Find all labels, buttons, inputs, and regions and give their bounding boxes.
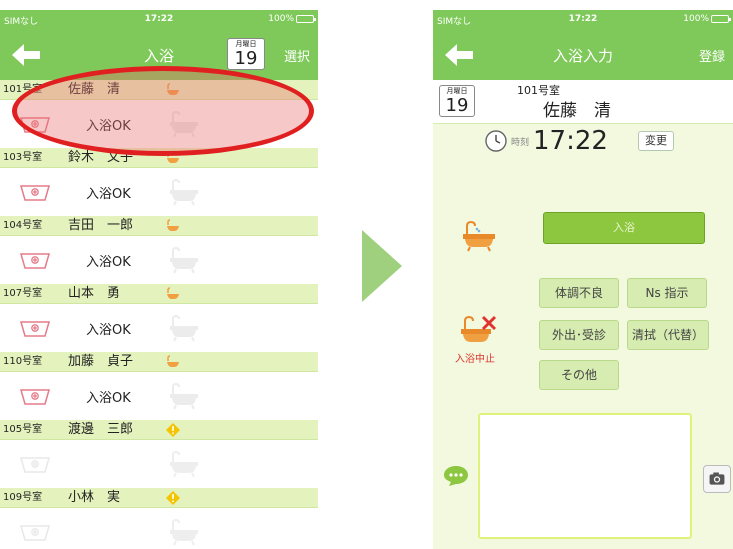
- status-bar: SIMなし 17:22 100%: [0, 10, 318, 30]
- bath-status-row[interactable]: 入浴OK: [0, 304, 318, 352]
- nurse-cap-icon[interactable]: [19, 184, 51, 202]
- patient-header: 月曜日 19 101号室 佐藤 清: [433, 80, 733, 124]
- bath-ok-label: 入浴OK: [86, 187, 131, 202]
- bathtub-icon[interactable]: [168, 450, 200, 478]
- bath-icon: [167, 219, 179, 231]
- bath-status-row[interactable]: 入浴OK: [0, 168, 318, 216]
- warning-icon: [166, 423, 180, 437]
- time-label: 時刻: [511, 138, 530, 148]
- camera-icon: [709, 472, 725, 485]
- transition-arrow-icon: [362, 230, 402, 302]
- room-row[interactable]: 104号室 吉田 一郎: [0, 216, 318, 236]
- room-row[interactable]: 105号室 渡邊 三郎: [0, 420, 318, 440]
- memo-textarea[interactable]: [478, 413, 692, 539]
- patient-name: 小林 実: [68, 490, 121, 505]
- bath-icon: [167, 287, 179, 299]
- room-row[interactable]: 109号室 小林 実: [0, 488, 318, 508]
- battery-indicator: 100%: [268, 14, 316, 24]
- bath-ok-label: 入浴OK: [86, 255, 131, 270]
- reason-other-button[interactable]: その他: [539, 360, 619, 390]
- nurse-cap-icon[interactable]: [19, 252, 51, 270]
- page-title: 入浴: [143, 47, 174, 65]
- bath-status-row[interactable]: [0, 508, 318, 549]
- bathtub-icon[interactable]: [168, 178, 200, 206]
- patient-name: 加藤 貞子: [68, 354, 134, 369]
- status-bar: SIMなし 17:22 100%: [433, 10, 733, 30]
- battery-icon: [711, 15, 731, 23]
- battery-percent: 100%: [683, 14, 709, 24]
- time-value: 17:22: [533, 126, 608, 156]
- patient-name: 吉田 一郎: [68, 218, 134, 233]
- room-number: 110号室: [3, 356, 43, 367]
- bath-ok-label: 入浴OK: [86, 391, 131, 406]
- bath-icon: [167, 355, 179, 367]
- bath-button[interactable]: 入浴: [543, 212, 705, 244]
- room-row[interactable]: 107号室 山本 勇: [0, 284, 318, 304]
- room-number: 109号室: [3, 492, 43, 503]
- room-number: 103号室: [3, 152, 43, 163]
- clock-icon: [485, 130, 507, 152]
- warning-icon: [166, 491, 180, 505]
- date-badge: 月曜日 19: [439, 85, 475, 117]
- room-number: 104号室: [3, 220, 43, 231]
- nurse-cap-icon[interactable]: [19, 456, 51, 474]
- change-time-button[interactable]: 変更: [638, 131, 674, 151]
- select-button[interactable]: 選択: [284, 46, 310, 65]
- nurse-cap-icon[interactable]: [19, 388, 51, 406]
- reason-nurse-instruction-button[interactable]: Ns 指示: [627, 278, 707, 308]
- bathtub-icon[interactable]: [168, 518, 200, 546]
- nurse-cap-icon[interactable]: [19, 524, 51, 542]
- day-label: 19: [234, 48, 258, 69]
- patient-name: 山本 勇: [68, 286, 121, 301]
- date-badge[interactable]: 月曜日 19: [227, 38, 265, 70]
- room-number: 105号室: [3, 424, 43, 435]
- reason-unwell-button[interactable]: 体調不良: [539, 278, 619, 308]
- chat-bubble-icon[interactable]: [443, 465, 469, 487]
- patient-name: 佐藤 清: [543, 101, 611, 121]
- bath-status-row[interactable]: 入浴OK: [0, 372, 318, 420]
- room-row[interactable]: 110号室 加藤 貞子: [0, 352, 318, 372]
- bath-status-row[interactable]: 入浴OK: [0, 236, 318, 284]
- highlight-ellipse: [12, 66, 314, 156]
- register-button[interactable]: 登録: [699, 46, 725, 65]
- bath-stop-icon: [461, 315, 497, 342]
- bathtub-icon[interactable]: [168, 382, 200, 410]
- battery-percent: 100%: [268, 14, 294, 24]
- nurse-cap-icon[interactable]: [19, 320, 51, 338]
- battery-icon: [296, 15, 316, 23]
- reason-sponge-bath-button[interactable]: 清拭（代替）: [627, 320, 709, 350]
- bath-status-row[interactable]: [0, 440, 318, 488]
- bathtub-icon: [463, 220, 495, 252]
- bathtub-icon[interactable]: [168, 314, 200, 342]
- reason-outing-button[interactable]: 外出･受診: [539, 320, 619, 350]
- bath-stop-label: 入浴中止: [455, 354, 495, 365]
- bath-input-screen: SIMなし 17:22 100% 入浴入力 登録 月曜日 19 101号室 佐藤…: [433, 10, 733, 549]
- patient-name: 渡邊 三郎: [68, 422, 134, 437]
- camera-button[interactable]: [703, 465, 731, 493]
- bathtub-icon[interactable]: [168, 246, 200, 274]
- day-label: 19: [445, 95, 469, 116]
- time-row: 時刻 17:22 変更: [433, 124, 733, 164]
- battery-indicator: 100%: [683, 14, 731, 24]
- bath-ok-label: 入浴OK: [86, 323, 131, 338]
- room-number: 107号室: [3, 288, 43, 299]
- page-title: 入浴入力: [552, 47, 613, 65]
- nav-bar: 入浴入力 登録: [433, 30, 733, 80]
